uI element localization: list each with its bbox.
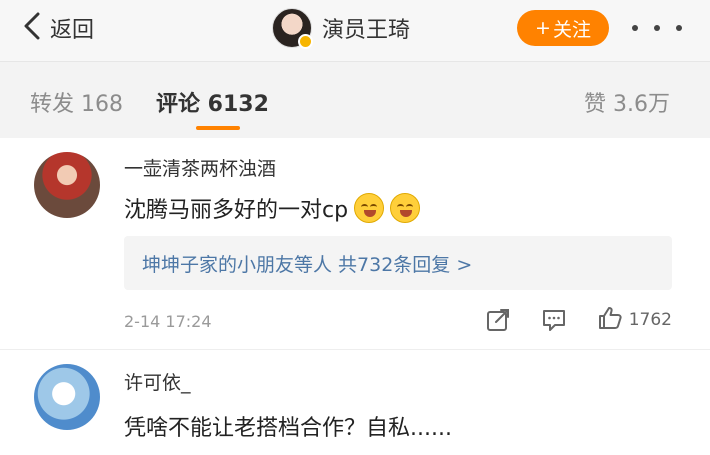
comment-text: 沈腾马丽多好的一对cp [124,192,421,224]
follow-button[interactable]: + 关注 [517,10,609,46]
share-icon[interactable] [485,307,511,333]
replies-summary-link[interactable]: 坤坤子家的小朋友等人 共732条回复 > [124,236,672,290]
dot [654,25,660,31]
avatar[interactable] [272,8,313,49]
active-tab-indicator [196,126,240,130]
like-button[interactable]: 1762 [597,305,672,335]
profile-name[interactable]: 演员王琦 [322,12,410,44]
tab-bar: 转发 168 评论 6132 赞 3.6万 [0,62,710,138]
comment-body: 沈腾马丽多好的一对cp [124,198,349,223]
follow-label: 关注 [552,18,591,41]
weibo-comments-page: 返回 演员王琦 + 关注 转发 168 评论 6132 赞 3.6万 一壶清茶两… [0,0,710,455]
avatar[interactable] [34,364,100,430]
back-label: 返回 [50,18,95,43]
like-count: 1762 [628,310,672,330]
comment-actions: 1762 [485,304,672,336]
emoji-mouth [400,210,413,217]
grin-emoji-icon [390,193,421,223]
comment-item: 一壶清茶两杯浊酒 沈腾马丽多好的一对cp 坤坤子家的小朋友等人 共732条回复 … [0,138,710,350]
plus-icon: + [535,17,551,39]
tab-likes[interactable]: 赞 3.6万 [584,86,670,118]
emoji-mouth [364,210,377,217]
comment-username[interactable]: 许可依_ [124,368,191,395]
comment-item: 许可依_ 凭啥不能让老搭档合作？自私...... [0,350,710,455]
dot [676,25,682,31]
tab-comments[interactable]: 评论 6132 [156,86,269,118]
grin-emoji-icon [354,193,385,223]
more-dots-icon[interactable] [632,14,682,42]
thumbs-up-icon [597,305,623,335]
reply-icon[interactable] [541,307,567,333]
back-button[interactable]: 返回 [22,10,94,46]
avatar[interactable] [34,152,100,218]
comment-body: 凭啥不能让老搭档合作？自私...... [124,416,452,441]
top-navbar: 返回 演员王琦 + 关注 [0,0,710,62]
chevron-left-icon [22,12,42,44]
comment-username[interactable]: 一壶清茶两杯浊酒 [124,154,276,181]
comment-text: 凭啥不能让老搭档合作？自私...... [124,410,452,442]
tab-forward[interactable]: 转发 168 [30,86,123,118]
verified-badge-icon [298,34,313,49]
profile-header[interactable]: 演员王琦 [272,8,410,49]
comment-timestamp: 2-14 17:24 [124,312,212,331]
dot [632,25,638,31]
